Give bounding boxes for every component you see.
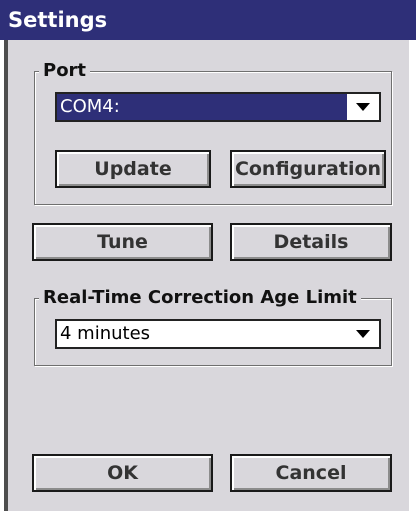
- port-selected-value: COM4:: [57, 94, 347, 120]
- age-limit-groupbox: Real-Time Correction Age Limit 4 minutes: [34, 287, 392, 366]
- window-edge: [409, 40, 416, 521]
- age-limit-group-label: Real-Time Correction Age Limit: [39, 287, 361, 309]
- ok-button[interactable]: OK: [32, 454, 213, 492]
- age-limit-dropdown[interactable]: 4 minutes: [55, 319, 381, 349]
- cancel-button[interactable]: Cancel: [230, 454, 392, 492]
- port-groupbox: Port COM4: Update Configuration: [34, 60, 392, 205]
- tune-button[interactable]: Tune: [32, 223, 213, 261]
- dialog-body: Port COM4: Update Configuration Tune Det…: [4, 40, 409, 511]
- configuration-button[interactable]: Configuration: [230, 150, 386, 188]
- chevron-down-icon[interactable]: [347, 321, 379, 347]
- settings-window: Settings Port COM4: Update Configuration…: [0, 0, 416, 521]
- age-limit-selected-value: 4 minutes: [60, 323, 151, 344]
- update-button[interactable]: Update: [55, 150, 211, 188]
- port-group-label: Port: [39, 60, 91, 82]
- details-button[interactable]: Details: [230, 223, 392, 261]
- window-edge: [0, 511, 416, 521]
- chevron-down-icon[interactable]: [347, 94, 379, 120]
- window-title: Settings: [0, 0, 416, 40]
- port-dropdown[interactable]: COM4:: [55, 92, 381, 122]
